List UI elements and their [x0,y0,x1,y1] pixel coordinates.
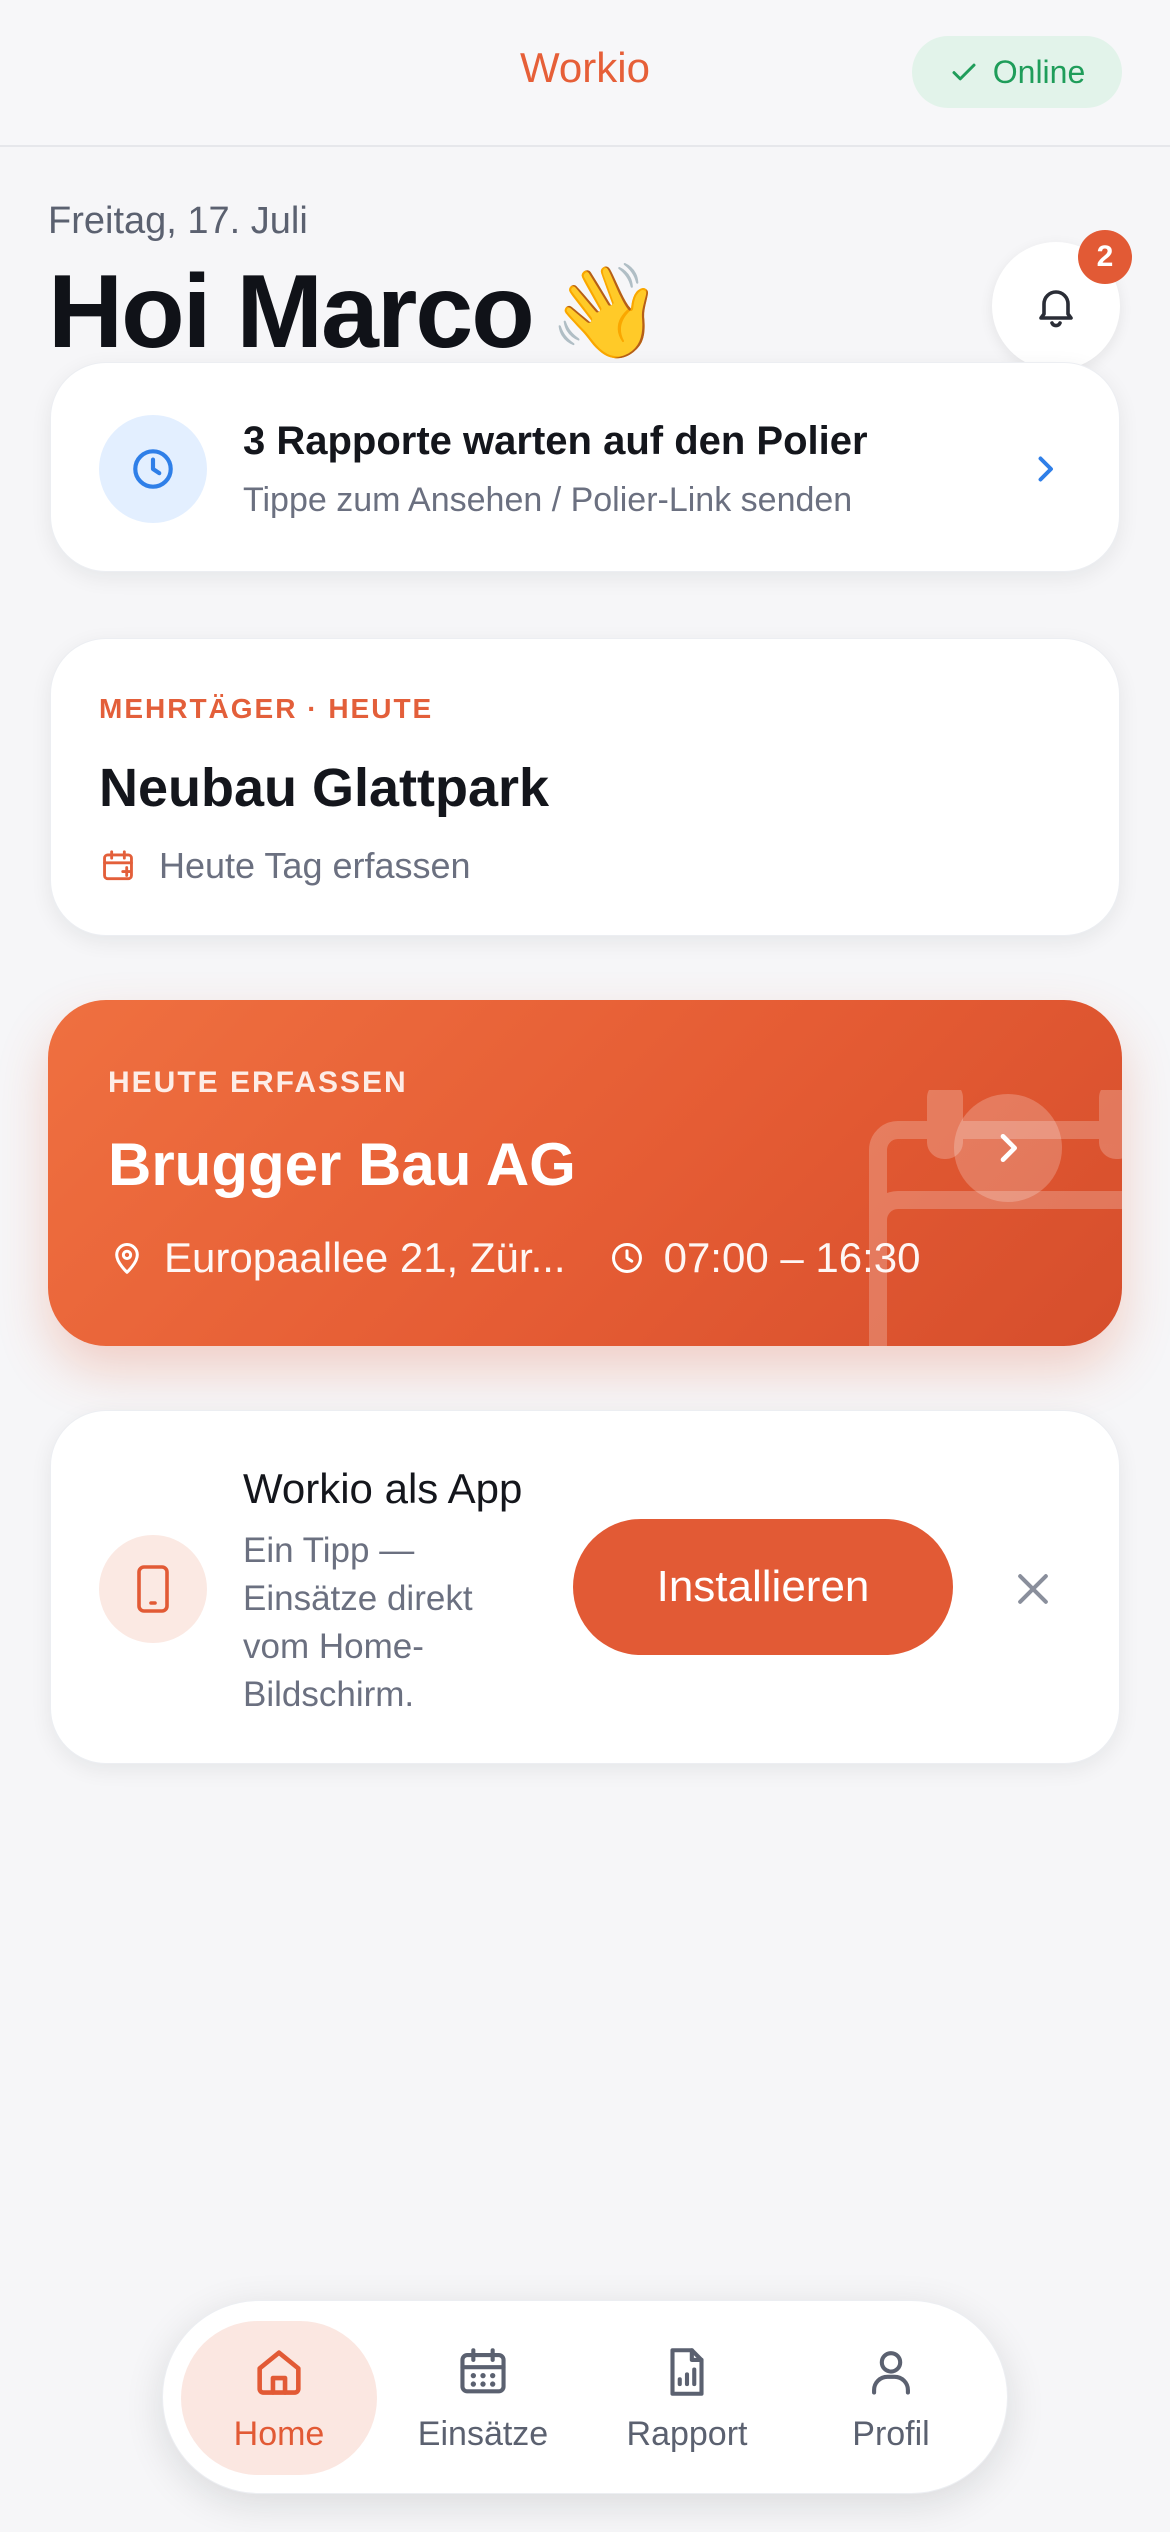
greeting-heading: Hoi Marco 👋 [48,254,664,370]
job-meta: Europaallee 21, Zür... 07:00 – 16:30 [108,1234,921,1282]
install-title: Workio als App [243,1465,523,1512]
today-job-card[interactable]: HEUTE ERFASSEN Brugger Bau AG Europaalle… [48,1000,1122,1346]
greeting-text: Hoi Marco [48,254,535,370]
calendar-icon [460,2347,506,2393]
pending-reports-card[interactable]: 3 Rapporte warten auf den Polier Tippe z… [50,362,1120,572]
location-pin-icon [115,1243,139,1274]
install-button[interactable]: Installieren [573,1519,953,1655]
nav-item-rapport[interactable]: Rapport [589,2321,785,2475]
job-address: Europaallee 21, Zür... [108,1234,566,1282]
user-icon [872,2350,910,2395]
open-job-button[interactable] [954,1094,1062,1202]
clock-icon [133,449,173,489]
capture-day-link[interactable]: Heute Tag erfassen [99,845,471,887]
clock-icon [611,1243,642,1273]
close-icon[interactable] [1011,1567,1055,1611]
project-kicker: MEHRTÄGER · HEUTE [99,693,434,724]
nav-label-einsaetze: Einsätze [417,2414,549,2453]
pending-icon-circle [99,415,207,523]
nav-label-home: Home [233,2414,325,2453]
nav-item-einsaetze[interactable]: Einsätze [385,2321,581,2475]
current-date: Freitag, 17. Juli [48,200,308,242]
nav-item-profil[interactable]: Profil [793,2321,989,2475]
chevron-right-icon [1000,1134,1017,1162]
bell-icon [1039,290,1073,328]
check-icon [952,63,976,81]
job-title: Brugger Bau AG [108,1131,576,1198]
job-time: 07:00 – 16:30 [608,1234,921,1282]
status-label: Online [992,53,1086,90]
pending-reports-subtitle: Tippe zum Ansehen / Polier-Link senden [243,481,853,519]
capture-day-label: Heute Tag erfassen [159,845,471,886]
connection-status-badge: Online [912,36,1122,108]
job-time-text: 07:00 – 16:30 [663,1234,921,1281]
report-icon [670,2347,704,2396]
nav-label-rapport: Rapport [626,2414,748,2453]
phone-icon [137,1565,169,1613]
nav-label-profil: Profil [852,2414,930,2453]
install-icon-circle [99,1535,207,1643]
install-description: Ein Tipp — Einsätze direkt vom Home-Bild… [243,1531,473,1714]
pending-reports-title: 3 Rapporte warten auf den Polier [243,419,868,463]
bottom-navigation: Home Einsätze Rapport Profil [162,2300,1008,2494]
nav-item-home[interactable]: Home [181,2321,377,2475]
project-title: Neubau Glattpark [99,758,550,818]
notification-count-badge: 2 [1078,230,1132,284]
calendar-plus-icon [103,850,133,881]
waving-hand-emoji: 👋 [548,261,664,364]
job-address-text: Europaallee 21, Zür... [164,1234,566,1281]
home-icon [257,2349,301,2395]
multi-day-project-card[interactable]: MEHRTÄGER · HEUTE Neubau Glattpark Heute… [50,638,1120,936]
top-bar: Workio Online [0,0,1170,147]
chevron-right-icon [1038,456,1053,482]
home-screen: Workio Online Freitag, 17. Juli Hoi Marc… [0,0,1170,2532]
job-kicker: HEUTE ERFASSEN [108,1066,408,1099]
install-app-card: Workio als App Ein Tipp — Einsätze direk… [50,1410,1120,1764]
